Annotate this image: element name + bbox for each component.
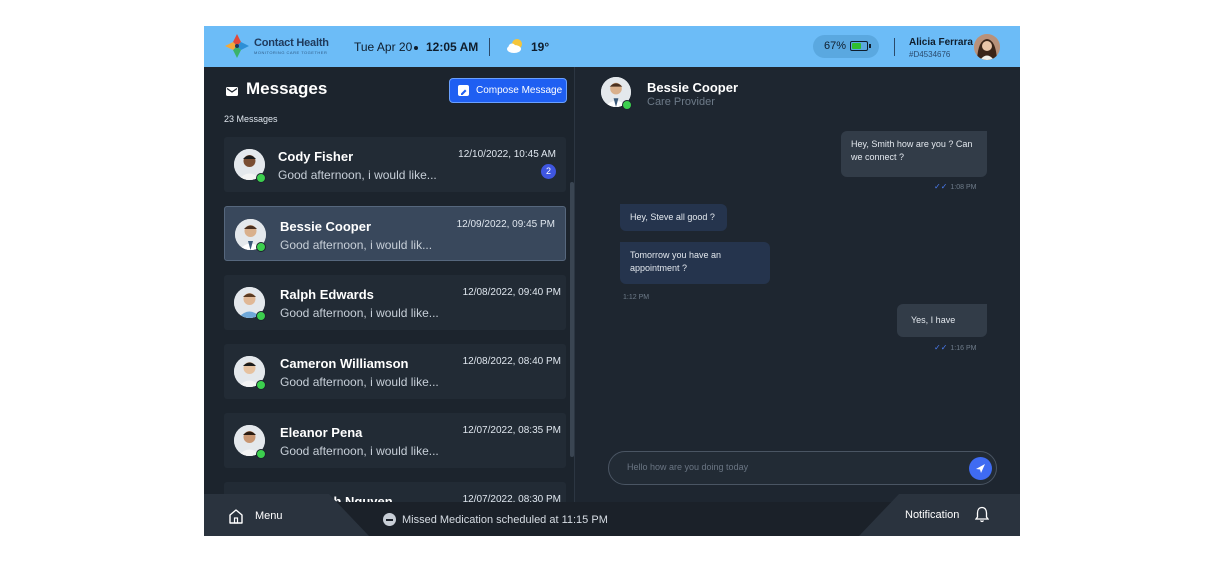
divider <box>489 38 490 56</box>
battery-fill <box>852 43 861 49</box>
conversation-item[interactable]: Eleanor Pena Good afternoon, i would lik… <box>224 413 566 468</box>
conversation-item[interactable]: Ralph Edwards Good afternoon, i would li… <box>224 275 566 330</box>
minus-circle-icon <box>383 513 396 526</box>
double-check-icon: ✓✓ <box>934 343 948 352</box>
envelope-icon <box>226 83 238 96</box>
online-indicator <box>622 100 632 110</box>
conversation-item-active[interactable]: Bessie Cooper Good afternoon, i would li… <box>224 206 566 261</box>
chat-panel: Bessie Cooper Care Provider Hey, Smith h… <box>575 67 1020 502</box>
user-avatar[interactable] <box>974 34 1000 60</box>
date-time-separator <box>414 46 418 50</box>
conversation-preview: Good afternoon, i would like... <box>278 168 437 182</box>
battery-percent: 67% <box>824 40 847 52</box>
battery-icon <box>850 41 868 51</box>
current-time: 12:05 AM <box>426 40 479 54</box>
logo-title: Contact Health <box>254 36 329 49</box>
conversation-preview: Good afternoon, i would like... <box>280 375 439 389</box>
messages-title: Messages <box>246 79 328 98</box>
logo-subtitle: MONITORING CARE TOGETHER <box>254 49 328 55</box>
online-indicator <box>256 380 266 390</box>
chat-contact-name: Bessie Cooper <box>647 80 739 95</box>
conversation-name: Bessie Cooper <box>280 219 372 234</box>
online-indicator <box>256 242 266 252</box>
conversation-preview: Good afternoon, i would like... <box>280 306 439 320</box>
conversation-list[interactable]: Cody Fisher Good afternoon, i would like… <box>204 137 574 502</box>
conversation-date: 12/07/2022, 08:35 PM <box>462 425 561 436</box>
compose-message-label: Compose Message <box>476 85 563 96</box>
conversation-date: 12/07/2022, 08:30 PM <box>462 494 561 502</box>
message-time: 1:16 PM <box>950 345 977 352</box>
message-input[interactable] <box>625 461 949 473</box>
compose-message-button[interactable]: Compose Message <box>449 78 567 103</box>
conversation-name: Cody Fisher <box>278 149 354 164</box>
bottom-bar: Menu Missed Medication scheduled at 11:1… <box>204 494 1020 536</box>
logo-mark-icon <box>224 33 250 59</box>
chat-message-outgoing: Hey, Smith how are you ? Can we connect … <box>841 131 987 177</box>
conversation-date: 12/08/2022, 08:40 PM <box>462 356 561 367</box>
app-window: Contact Health MONITORING CARE TOGETHER … <box>204 26 1020 536</box>
conversation-preview: Good afternoon, i would lik... <box>280 238 433 252</box>
edit-icon <box>458 85 469 96</box>
message-composer <box>608 451 997 485</box>
online-indicator <box>256 173 266 183</box>
send-icon <box>976 464 985 473</box>
message-timestamp: ✓✓ 1:16 PM <box>934 343 976 352</box>
double-check-icon: ✓✓ <box>934 182 948 191</box>
message-time: 1:12 PM <box>623 294 650 301</box>
menu-label: Menu <box>255 510 283 522</box>
conversation-name: Ralph Edwards <box>280 287 374 302</box>
message-timestamp: ✓✓ 1:08 PM <box>934 182 976 191</box>
partly-cloudy-icon <box>506 38 524 54</box>
online-indicator <box>256 311 266 321</box>
conversation-name: Eleanor Pena <box>280 425 363 440</box>
top-bar: Contact Health MONITORING CARE TOGETHER … <box>204 26 1020 67</box>
conversation-name: Cameron Williamson <box>280 356 409 371</box>
conversation-item[interactable]: Cody Fisher Good afternoon, i would like… <box>224 137 566 192</box>
conversation-date: 12/10/2022, 10:45 AM <box>458 149 556 160</box>
battery-tip <box>869 44 871 48</box>
message-count: 23 Messages <box>224 114 278 124</box>
user-id: #D4534676 <box>909 50 951 59</box>
notification-label: Notification <box>905 509 960 521</box>
online-indicator <box>256 449 266 459</box>
messages-panel: Messages Compose Message 23 Messages Cod… <box>204 67 574 536</box>
battery-status: 67% <box>813 35 879 58</box>
chat-message-incoming: Hey, Steve all good ? <box>620 204 727 231</box>
logo[interactable]: Contact Health MONITORING CARE TOGETHER <box>224 33 329 59</box>
conversation-preview: Good afternoon, i would like... <box>280 444 439 458</box>
chat-message-outgoing: Yes, I have <box>897 304 987 337</box>
conversation-date: 12/08/2022, 09:40 PM <box>462 287 561 298</box>
chat-message-incoming: Tomorrow you have an appointment ? <box>620 242 770 284</box>
unread-badge: 2 <box>541 164 556 179</box>
user-name[interactable]: Alicia Ferrara <box>909 37 973 48</box>
bell-icon <box>974 506 990 523</box>
conversation-item[interactable]: Cameron Williamson Good afternoon, i wou… <box>224 344 566 399</box>
chat-contact-role: Care Provider <box>647 96 715 108</box>
temperature: 19° <box>531 40 550 54</box>
medication-alert[interactable]: Missed Medication scheduled at 11:15 PM <box>402 514 608 526</box>
home-icon <box>228 508 244 524</box>
conversation-date: 12/09/2022, 09:45 PM <box>456 219 555 230</box>
message-time: 1:08 PM <box>950 184 977 191</box>
divider <box>894 38 895 56</box>
current-date: Tue Apr 20 <box>354 40 413 54</box>
send-button[interactable] <box>969 457 992 480</box>
